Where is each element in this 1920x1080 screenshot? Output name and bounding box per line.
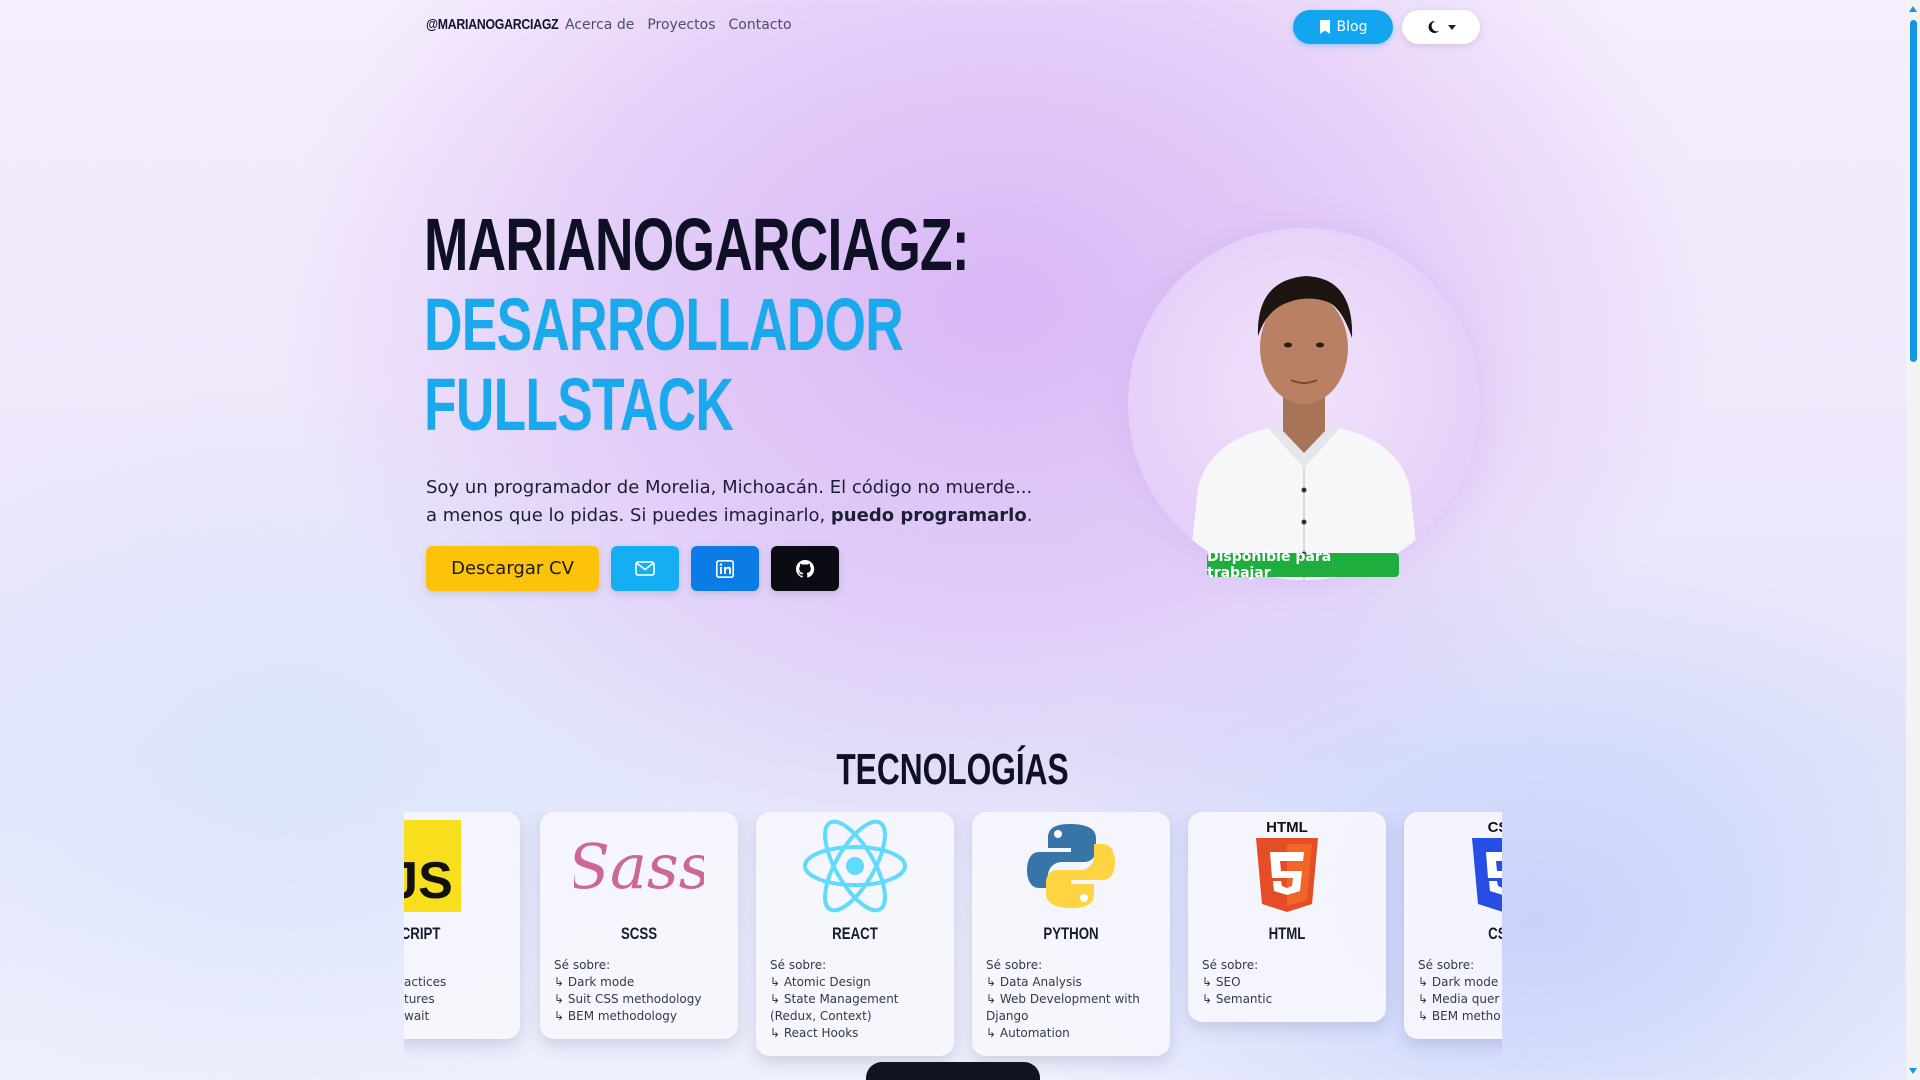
tech-card-css: CSS CS Sé sobre: Dark mode Media quer BE…	[1404, 812, 1502, 1039]
css3-logo-icon: CSS	[1404, 812, 1502, 920]
list-item: React Hooks	[770, 1025, 940, 1042]
nav-link-contact[interactable]: Contacto	[728, 17, 791, 33]
svg-text:JS: JS	[404, 852, 453, 910]
tech-card-list: SEO Semantic	[1188, 974, 1386, 1008]
nav-link-projects[interactable]: Proyectos	[647, 17, 715, 33]
tech-card-react: REACT Sé sobre: Atomic Design State Mana…	[756, 812, 954, 1056]
blog-label: Blog	[1336, 19, 1368, 35]
tech-card-python: PYTHON Sé sobre: Data Analysis Web Devel…	[972, 812, 1170, 1056]
list-item: Automation	[986, 1025, 1156, 1042]
email-button[interactable]	[611, 546, 679, 591]
html5-logo-icon: HTML	[1188, 812, 1386, 920]
svg-text:CSS: CSS	[1488, 819, 1502, 836]
javascript-logo-icon: JS	[404, 812, 520, 920]
tech-card-name: PYTHON	[1043, 924, 1099, 943]
chevron-down-icon	[1448, 24, 1456, 30]
list-item: Media quer	[1418, 991, 1502, 1008]
hero-actions: Descargar CV	[426, 546, 839, 591]
bookmark-icon	[1319, 20, 1330, 34]
theme-toggle-button[interactable]	[1402, 10, 1480, 44]
list-item: BEM methodology	[554, 1008, 724, 1025]
hero-title-role-1: DESARROLLADOR	[424, 283, 904, 366]
tech-card-list: Dark mode Media quer BEM metho	[1404, 974, 1502, 1025]
tech-card-know: Sé sobre:	[1418, 958, 1475, 972]
hero-description-end: .	[1026, 505, 1033, 526]
list-item: State Management (Redux, Context)	[770, 991, 940, 1025]
list-item: Dark mode	[554, 974, 724, 991]
linkedin-icon	[716, 559, 734, 578]
react-logo-icon	[756, 812, 954, 920]
sass-logo-icon: Sass	[540, 812, 738, 920]
download-cv-button[interactable]: Descargar CV	[426, 546, 599, 591]
list-item: Semantic	[1202, 991, 1372, 1008]
technologies-carousel[interactable]: JS VASCRIPT actices tures wait Sass SCSS…	[404, 812, 1502, 1080]
list-item: BEM metho	[1418, 1008, 1502, 1025]
tech-card-name: VASCRIPT	[404, 924, 441, 943]
nav-links: Acerca de Proyectos Contacto	[565, 17, 792, 33]
list-item: actices	[404, 975, 447, 989]
mail-icon	[635, 561, 655, 576]
list-item: wait	[404, 1009, 430, 1023]
linkedin-button[interactable]	[691, 546, 759, 591]
technologies-title: TECNOLOGÍAS	[836, 745, 1069, 794]
scroll-up-icon[interactable]	[1909, 6, 1917, 12]
hero-title-name: MARIANOGARCIAGZ:	[424, 203, 970, 286]
hero-title-role-2: FULLSTACK	[424, 363, 734, 446]
hero-description: Soy un programador de Morelia, Michoacán…	[426, 474, 1046, 530]
navbar: @MARIANOGARCIAGZ Acerca de Proyectos Con…	[0, 0, 1920, 52]
list-item: Suit CSS methodology	[554, 991, 724, 1008]
list-item: Atomic Design	[770, 974, 940, 991]
tech-card-know: Sé sobre:	[986, 958, 1043, 972]
moon-icon	[1428, 20, 1439, 33]
list-item: Web Development with Django	[986, 991, 1156, 1025]
github-button[interactable]	[771, 546, 839, 591]
tech-card-scss: Sass SCSS Sé sobre: Dark mode Suit CSS m…	[540, 812, 738, 1039]
tech-card-html: HTML HTML Sé sobre: SEO Semantic	[1188, 812, 1386, 1022]
tech-card-list: actices tures wait	[404, 974, 520, 1025]
svg-text:HTML: HTML	[1266, 819, 1308, 836]
tech-card-list: Data Analysis Web Development with Djang…	[972, 974, 1170, 1042]
profile-photo	[1128, 228, 1480, 580]
list-item: Data Analysis	[986, 974, 1156, 991]
hero-description-bold: puedo programarlo	[830, 505, 1027, 526]
tech-card-name: HTML	[1268, 924, 1306, 943]
brand-logo[interactable]: @MARIANOGARCIAGZ	[426, 16, 559, 33]
availability-badge: Disponible para trabajar	[1207, 549, 1399, 581]
list-item: SEO	[1202, 974, 1372, 991]
tech-card-know: Sé sobre:	[1202, 958, 1259, 972]
person-illustration	[1188, 276, 1420, 580]
list-item: Dark mode	[1418, 974, 1502, 991]
blog-button[interactable]: Blog	[1293, 10, 1393, 44]
python-logo-icon	[972, 812, 1170, 920]
tech-card-know: Sé sobre:	[770, 958, 827, 972]
tech-card-name: SCSS	[620, 924, 658, 943]
tech-card-know: Sé sobre:	[554, 958, 611, 972]
page-scrollbar[interactable]	[1906, 0, 1920, 1080]
bottom-dock[interactable]	[866, 1062, 1040, 1080]
tech-card-javascript: JS VASCRIPT actices tures wait	[404, 812, 520, 1039]
tech-card-list: Atomic Design State Management (Redux, C…	[756, 974, 954, 1042]
tech-card-name: CS	[1488, 924, 1502, 943]
tech-card-list: Dark mode Suit CSS methodology BEM metho…	[540, 974, 738, 1025]
tech-card-know	[404, 957, 520, 974]
github-icon	[795, 559, 815, 578]
hero-title: MARIANOGARCIAGZ: DESARROLLADOR FULLSTACK	[424, 203, 970, 446]
svg-text:Sass: Sass	[574, 830, 704, 903]
nav-link-about[interactable]: Acerca de	[565, 17, 634, 33]
list-item: tures	[404, 992, 435, 1006]
scroll-down-icon[interactable]	[1909, 1068, 1917, 1074]
tech-card-name: REACT	[832, 924, 878, 943]
scrollbar-thumb[interactable]	[1910, 20, 1917, 362]
